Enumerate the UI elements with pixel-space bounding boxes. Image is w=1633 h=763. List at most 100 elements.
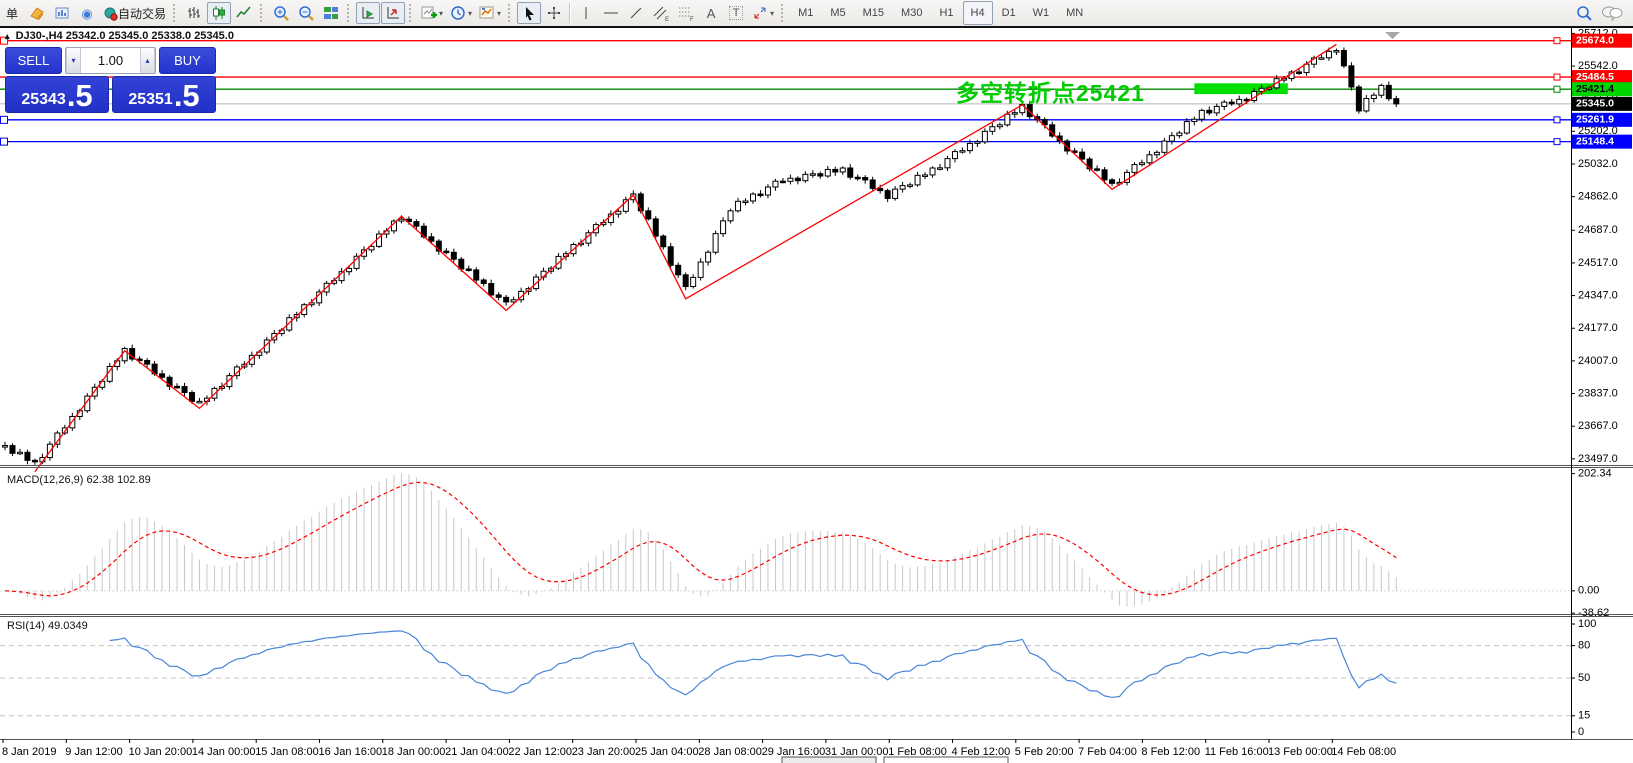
toolbar-grip — [260, 4, 265, 22]
tab-m15[interactable]: M15 — [855, 1, 892, 25]
svg-text:23667.0: 23667.0 — [1578, 420, 1618, 432]
autotrading-label: 自动交易 — [118, 5, 166, 22]
svg-text:10 Jan 20:00: 10 Jan 20:00 — [129, 746, 193, 758]
svg-text:16 Jan 16:00: 16 Jan 16:00 — [319, 746, 383, 758]
indicators-icon[interactable]: ▾ — [418, 2, 446, 24]
svg-text:21 Jan 04:00: 21 Jan 04:00 — [445, 746, 509, 758]
svg-text:8 Jan 2019: 8 Jan 2019 — [2, 746, 56, 758]
bar-chart-icon[interactable] — [182, 2, 206, 24]
vertical-line-tool-icon[interactable] — [574, 2, 598, 24]
tab-d1[interactable]: D1 — [994, 1, 1024, 25]
new-order-label: 单 — [6, 5, 18, 22]
svg-text:25674.0: 25674.0 — [1576, 34, 1614, 46]
chart-symbol-period: DJ30-,H4 — [16, 30, 63, 42]
fibonacci-tool-icon[interactable]: F — [674, 2, 698, 24]
svg-text:18 Jan 00:00: 18 Jan 00:00 — [382, 746, 446, 758]
svg-text:25148.4: 25148.4 — [1576, 135, 1614, 147]
svg-text:23497.0: 23497.0 — [1578, 453, 1618, 465]
auto-scroll-icon[interactable] — [356, 2, 380, 24]
top-toolbar: 单 ◉ 自动交易 ▾ ▾ — [0, 0, 1633, 27]
volume-value[interactable]: 1.00 — [81, 48, 140, 73]
eraser-icon[interactable] — [25, 2, 49, 24]
svg-text:24862.0: 24862.0 — [1578, 191, 1618, 203]
toolbar-grip — [347, 4, 352, 22]
svg-text:E: E — [665, 17, 669, 22]
volume-increase-button[interactable]: ▴ — [140, 48, 155, 73]
trade-panel-top-row: SELL ▾ 1.00 ▴ BUY — [5, 47, 216, 74]
tab-m1[interactable]: M1 — [790, 1, 821, 25]
svg-text:24687.0: 24687.0 — [1578, 224, 1618, 236]
periods-icon[interactable]: ▾ — [447, 2, 475, 24]
svg-text:F: F — [690, 17, 694, 22]
text-tool-icon[interactable]: A — [699, 2, 723, 24]
dropdown-caret-icon: ▾ — [770, 9, 774, 18]
svg-text:13 Feb 00:00: 13 Feb 00:00 — [1268, 746, 1333, 758]
rsi-indicator-label: RSI(14) 49.0349 — [7, 620, 88, 632]
one-click-trading-panel: SELL ▾ 1.00 ▴ BUY 25343 .5 25351 .5 — [5, 47, 216, 113]
svg-text:202.34: 202.34 — [1578, 468, 1612, 480]
chart-canvas[interactable]: 25712.025542.025372.025202.025032.024862… — [0, 28, 1633, 763]
chart-shift-icon[interactable] — [381, 2, 405, 24]
svg-text:0.00: 0.00 — [1578, 585, 1599, 597]
svg-text:23 Jan 20:00: 23 Jan 20:00 — [572, 746, 636, 758]
charts-window-icon[interactable] — [50, 2, 74, 24]
svg-text:5 Feb 20:00: 5 Feb 20:00 — [1015, 746, 1074, 758]
zoom-in-icon[interactable] — [269, 2, 293, 24]
rsi-name: RSI(14) — [7, 620, 45, 632]
svg-text:14 Jan 00:00: 14 Jan 00:00 — [192, 746, 256, 758]
crosshair-icon[interactable] — [542, 2, 566, 24]
svg-text:0: 0 — [1578, 726, 1584, 738]
broadcast-icon[interactable]: ◉ — [75, 2, 99, 24]
chat-icon[interactable] — [1601, 5, 1623, 21]
svg-text:8 Feb 12:00: 8 Feb 12:00 — [1141, 746, 1200, 758]
svg-text:80: 80 — [1578, 640, 1590, 652]
candlestick-chart-icon[interactable] — [207, 2, 231, 24]
chart-text-annotation[interactable]: 多空转折点25421 — [956, 74, 1145, 108]
label-tool-icon[interactable]: T — [724, 2, 748, 24]
dropdown-caret-icon: ▾ — [497, 9, 501, 18]
svg-text:24177.0: 24177.0 — [1578, 322, 1618, 334]
tab-m30[interactable]: M30 — [893, 1, 930, 25]
templates-icon[interactable]: ▾ — [476, 2, 504, 24]
rsi-current-value: 49.0349 — [48, 620, 88, 632]
trendline-tool-icon[interactable] — [624, 2, 648, 24]
tab-mn[interactable]: MN — [1058, 1, 1091, 25]
channel-tool-icon[interactable]: E — [649, 2, 673, 24]
svg-text:24517.0: 24517.0 — [1578, 257, 1618, 269]
new-order-button[interactable]: 单 — [0, 2, 24, 24]
toolbar-grip — [781, 4, 786, 22]
sell-button[interactable]: SELL — [5, 47, 62, 74]
toolbar-grip — [409, 4, 414, 22]
autotrading-button[interactable]: 自动交易 — [100, 2, 169, 24]
tile-windows-icon[interactable] — [319, 2, 343, 24]
tab-h1[interactable]: H1 — [931, 1, 961, 25]
horizontal-line-tool-icon[interactable] — [599, 2, 623, 24]
dropdown-caret-icon: ▾ — [439, 9, 443, 18]
sell-price-button[interactable]: 25343 .5 — [5, 76, 109, 113]
tab-w1[interactable]: W1 — [1025, 1, 1058, 25]
svg-text:15 Jan 08:00: 15 Jan 08:00 — [255, 746, 319, 758]
buy-price-pips: .5 — [174, 80, 200, 111]
buy-button[interactable]: BUY — [159, 47, 216, 74]
svg-text:22 Jan 12:00: 22 Jan 12:00 — [508, 746, 572, 758]
chart-window[interactable]: 25712.025542.025372.025202.025032.024862… — [0, 26, 1633, 763]
arrows-tool-icon[interactable]: ▾ — [749, 2, 777, 24]
svg-text:4 Feb 12:00: 4 Feb 12:00 — [952, 746, 1011, 758]
buy-price-button[interactable]: 25351 .5 — [112, 76, 216, 113]
svg-text:100: 100 — [1578, 618, 1596, 630]
svg-text:31 Jan 00:00: 31 Jan 00:00 — [825, 746, 889, 758]
chart-title: ▴ DJ30-,H4 25342.0 25345.0 25338.0 25345… — [5, 30, 234, 42]
toolbar-grip — [173, 4, 178, 22]
search-icon[interactable] — [1576, 5, 1593, 22]
zoom-out-icon[interactable] — [294, 2, 318, 24]
title-marker-icon: ▴ — [5, 31, 10, 41]
line-chart-icon[interactable] — [232, 2, 256, 24]
tab-h4[interactable]: H4 — [963, 1, 993, 25]
volume-decrease-button[interactable]: ▾ — [66, 48, 81, 73]
chart-ohlc-values: 25342.0 25345.0 25338.0 25345.0 — [66, 30, 234, 42]
svg-text:25032.0: 25032.0 — [1578, 158, 1618, 170]
tab-m5[interactable]: M5 — [822, 1, 853, 25]
cursor-icon[interactable] — [517, 2, 541, 24]
macd-indicator-label: MACD(12,26,9) 62.38 102.89 — [7, 474, 151, 486]
dropdown-caret-icon: ▾ — [468, 9, 472, 18]
